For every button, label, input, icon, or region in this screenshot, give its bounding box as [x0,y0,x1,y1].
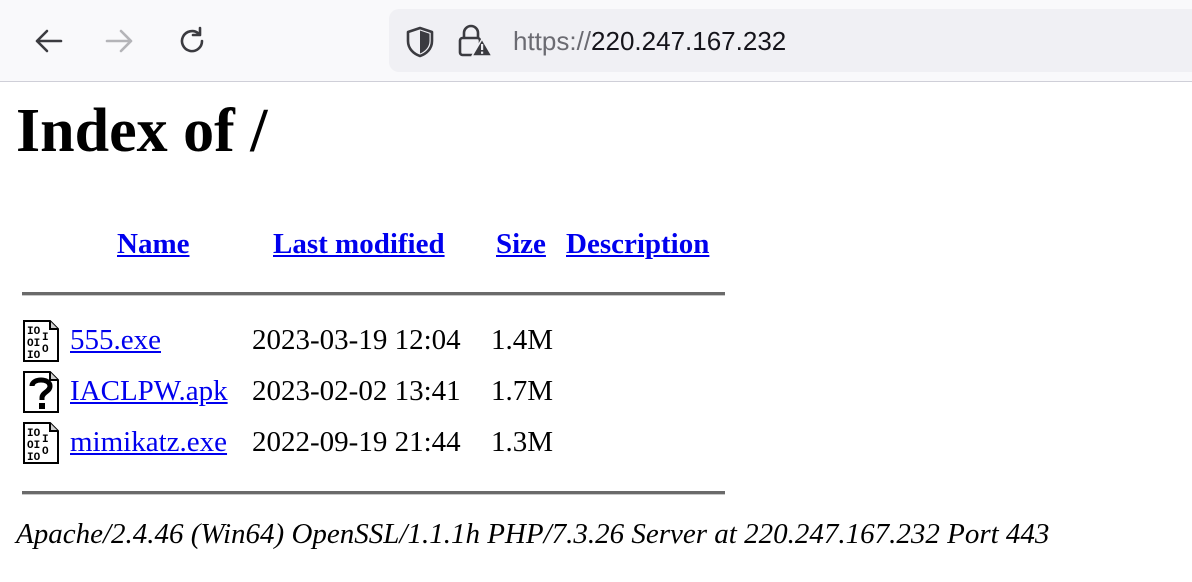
svg-text:I: I [42,434,49,446]
file-row: IO OI IO I O mimikatz.exe 2022-09-19 21:… [0,419,740,465]
svg-text:I: I [42,332,49,344]
sort-by-last-modified-link[interactable]: Last modified [273,226,445,262]
binary-file-icon: IO OI IO I O [23,422,59,464]
svg-text:O: O [42,344,49,356]
tracking-protection-shield-icon[interactable] [405,26,435,58]
arrow-right-icon [105,29,133,53]
forward-button[interactable] [100,21,140,61]
file-link[interactable]: 555.exe [70,321,161,359]
browser-toolbar: https://220.247.167.232 [0,0,1192,82]
sort-by-description-link[interactable]: Description [566,226,709,262]
file-modified: 2023-02-02 13:41 [252,375,461,407]
url-host: 220.247.167.232 [591,26,787,56]
svg-text:O: O [42,446,49,458]
file-size: 1.4M [491,324,554,356]
file-size: 1.3M [491,426,554,458]
header-divider [22,292,725,296]
svg-text:OI: OI [27,440,40,452]
arrow-left-icon [35,29,63,53]
server-signature: Apache/2.4.46 (Win64) OpenSSL/1.1.1h PHP… [16,518,1050,550]
url-text[interactable]: https://220.247.167.232 [513,23,786,59]
svg-text:IO: IO [27,452,41,464]
insecure-lock-warning-icon[interactable] [457,24,493,58]
page-title: Index of / [16,97,268,165]
svg-text:IO: IO [27,428,41,440]
reload-button[interactable] [172,21,212,61]
svg-text:OI: OI [27,338,40,350]
file-row: IO OI IO I O 555.exe 2023-03-19 12:04 1.… [0,317,740,363]
unknown-file-icon [23,371,59,413]
svg-text:IO: IO [27,350,41,362]
file-link[interactable]: mimikatz.exe [70,423,227,461]
reload-icon [180,26,204,53]
file-modified: 2022-09-19 21:44 [252,426,461,458]
file-size: 1.7M [491,375,554,407]
address-bar[interactable]: https://220.247.167.232 [389,9,1192,72]
file-row: IACLPW.apk 2023-02-02 13:41 1.7M [0,368,740,414]
url-scheme: https:// [513,26,592,56]
sort-by-name-link[interactable]: Name [117,226,189,262]
sort-by-size-link[interactable]: Size [496,226,546,262]
file-modified: 2023-03-19 12:04 [252,324,461,356]
back-button[interactable] [28,21,68,61]
footer-divider [22,491,725,495]
svg-text:IO: IO [27,326,41,338]
file-link[interactable]: IACLPW.apk [70,372,228,410]
binary-file-icon: IO OI IO I O [23,320,59,362]
